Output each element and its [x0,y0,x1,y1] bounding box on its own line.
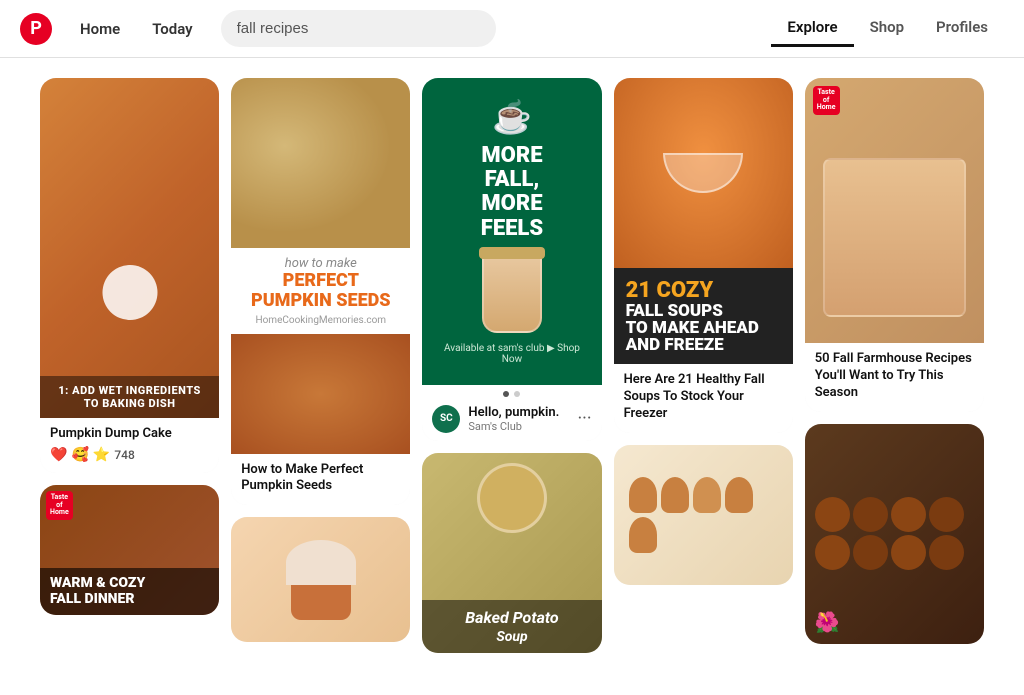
reaction-heart: ❤️ [50,447,67,463]
sams-club-logo: SC [432,405,460,433]
dot-2 [514,391,520,397]
pin-warm-cozy[interactable]: TasteofHome WARM & COZYFALL DINNER [40,485,219,615]
pin-starbucks-ad[interactable]: ☕ MOREFALL,MOREFEELS Available at sam's … [422,78,601,441]
starbucks-logo-icon: ☕ [492,98,532,136]
starbucks-available: Available at sam's club ▶ Shop Now [442,343,581,365]
pin-farmhouse[interactable]: TasteofHome 50 Fall Farmhouse Recipes Yo… [805,78,984,412]
reaction-star: ⭐ [93,447,110,463]
pin-fall-soups[interactable]: 21 COZY FALL SOUPSTO MAKE AHEADAND FREEZ… [614,78,793,433]
toh-badge: TasteofHome [46,491,73,520]
farmhouse-title: 50 Fall Farmhouse Recipes You'll Want to… [815,351,974,402]
fall-soups-body: Here Are 21 Healthy Fall Soups To Stock … [614,364,793,433]
nav-today[interactable]: Today [140,12,204,46]
pin-title-seeds: How to Make Perfect Pumpkin Seeds [241,462,400,496]
main-nav: Home Today [68,12,205,46]
header-tabs: Explore Shop Profiles [771,10,1004,47]
baked-potato-label: Baked Potato Soup [422,600,601,653]
pin-reactions: ❤️ 🥰 ⭐ 748 [50,447,209,463]
pin-chocolate[interactable]: 🌺 [805,424,984,644]
more-options-button[interactable]: ··· [577,408,591,429]
pin-pumpkin-dump-cake[interactable]: 1: ADD WET INGREDIENTSTO BAKING DISH Pum… [40,78,219,473]
reaction-count: 748 [114,448,134,462]
pin-mini-cupcakes[interactable] [614,445,793,585]
search-input[interactable] [221,10,496,47]
dot-1 [503,391,509,397]
pin-body-seeds: How to Make Perfect Pumpkin Seeds [231,454,410,506]
starbucks-image: ☕ MOREFALL,MOREFEELS Available at sam's … [422,78,601,385]
farmhouse-body: 50 Fall Farmhouse Recipes You'll Want to… [805,343,984,412]
pins-grid: 1: ADD WET INGREDIENTSTO BAKING DISH Pum… [40,78,984,653]
header: P Home Today Explore Shop Profiles [0,0,1024,58]
nav-home[interactable]: Home [68,12,132,46]
promoted-title: Hello, pumpkin. [468,405,577,420]
promoted-row: SC Hello, pumpkin. Sam's Club ··· [422,399,601,441]
fall-soups-title: Here Are 21 Healthy Fall Soups To Stock … [624,372,783,423]
pin-baked-potato[interactable]: Baked Potato Soup [422,453,601,653]
starbucks-tagline: MOREFALL,MOREFEELS [481,144,543,241]
reaction-smile: 🥰 [71,447,88,463]
pinterest-logo[interactable]: P [20,13,52,45]
promoted-info: Hello, pumpkin. Sam's Club [468,405,577,433]
tab-profiles[interactable]: Profiles [920,10,1004,47]
pin-cupcake[interactable] [231,517,410,642]
toh-badge-farmhouse: TasteofHome [813,86,840,115]
pin-title: Pumpkin Dump Cake [50,426,209,443]
tab-shop[interactable]: Shop [854,10,920,47]
pin-pumpkin-seeds[interactable]: how to make PERFECTPUMPKIN SEEDS HomeCoo… [231,78,410,505]
main-content: 1: ADD WET INGREDIENTSTO BAKING DISH Pum… [0,58,1024,673]
promoted-label: Sam's Club [468,420,577,433]
carousel-dots [422,385,601,399]
pin-body: Pumpkin Dump Cake ❤️ 🥰 ⭐ 748 [40,418,219,473]
tab-explore[interactable]: Explore [771,10,853,47]
